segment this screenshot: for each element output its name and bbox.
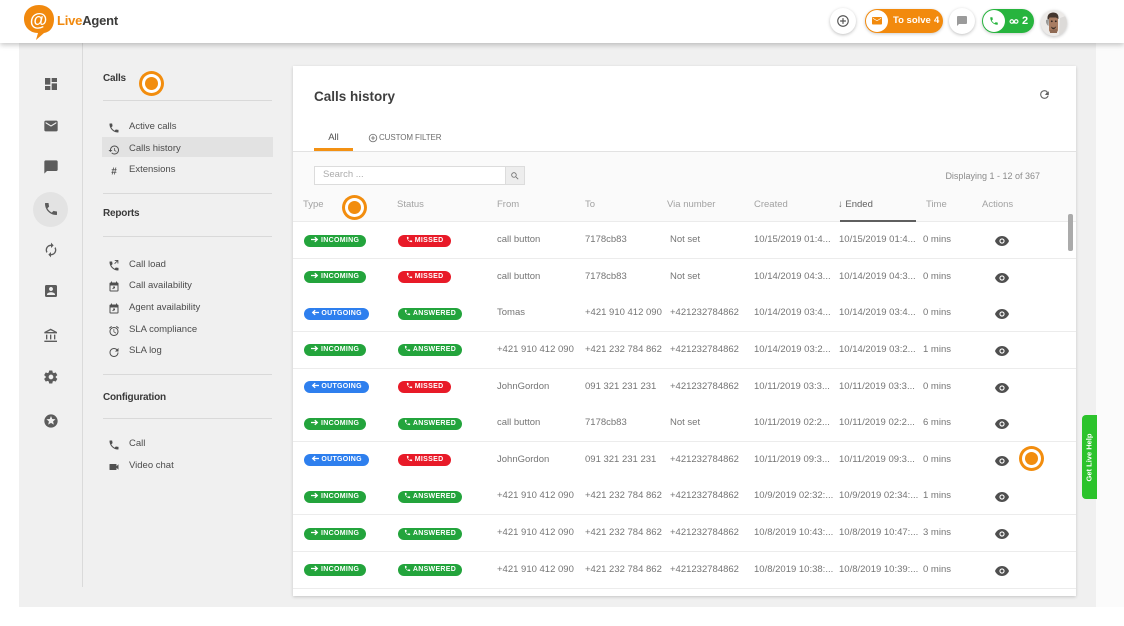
svg-text:#: # (111, 167, 117, 178)
svg-text:@: @ (30, 10, 48, 30)
